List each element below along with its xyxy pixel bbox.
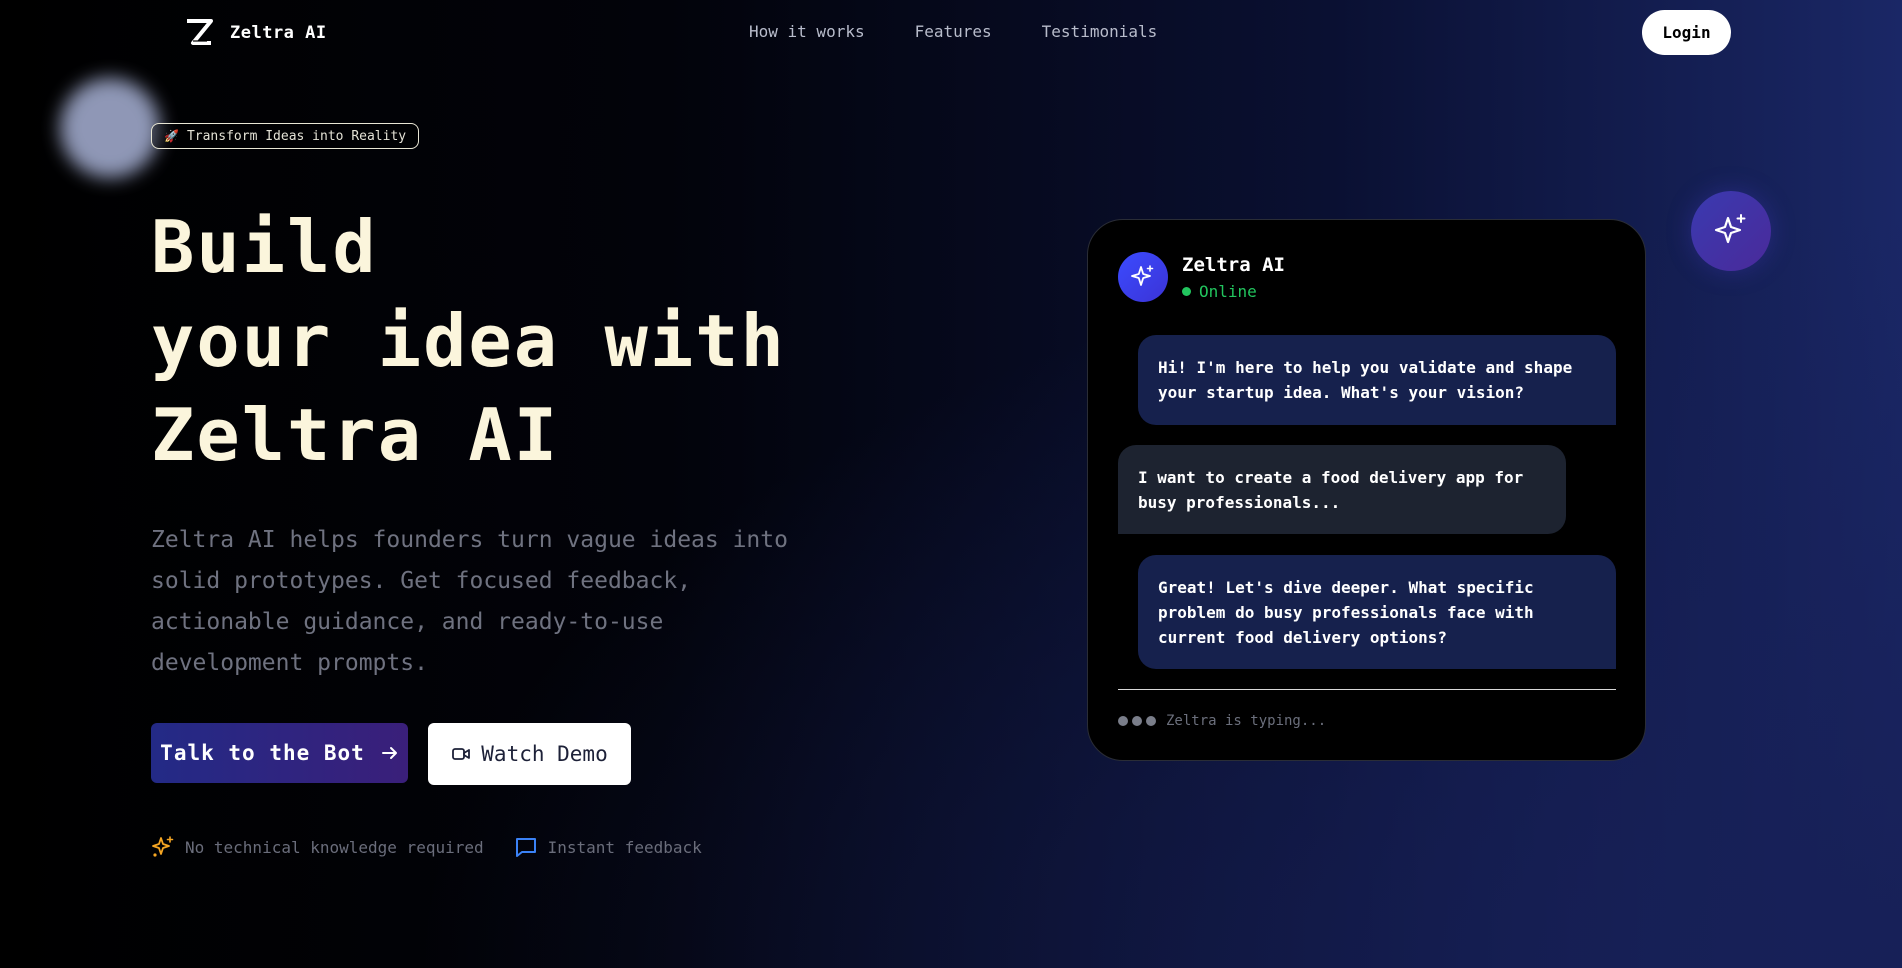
brand[interactable]: Zeltra AI bbox=[182, 16, 327, 50]
chat-preview-card: Zeltra AI Online Hi! I'm here to help yo… bbox=[1087, 219, 1646, 761]
watch-demo-label: Watch Demo bbox=[481, 742, 608, 766]
top-nav: Zeltra AI How it works Features Testimon… bbox=[0, 0, 1902, 64]
video-camera-icon bbox=[452, 748, 471, 760]
chat-header-info: Zeltra AI Online bbox=[1182, 252, 1285, 301]
typing-dot bbox=[1118, 716, 1128, 726]
typing-indicator: Zeltra is typing... bbox=[1118, 713, 1326, 729]
feature-label: Instant feedback bbox=[547, 837, 702, 857]
hero-description: Zeltra AI helps founders turn vague idea… bbox=[151, 527, 788, 676]
rocket-icon: 🚀 bbox=[164, 129, 179, 143]
chat-message-bot: Hi! I'm here to help you validate and sh… bbox=[1138, 335, 1616, 425]
chat-divider bbox=[1118, 689, 1616, 690]
message-square-icon bbox=[515, 838, 536, 857]
hero-title-line: Build bbox=[151, 205, 378, 289]
nav-link-testimonials[interactable]: Testimonials bbox=[1042, 22, 1158, 41]
typing-text: Zeltra is typing... bbox=[1166, 713, 1327, 729]
feature-label: No technical knowledge required bbox=[185, 837, 484, 857]
watch-demo-button[interactable]: Watch Demo bbox=[428, 723, 631, 785]
decorative-blob bbox=[60, 78, 160, 178]
hero-badge-text: Transform Ideas into Reality bbox=[186, 128, 407, 144]
sparkles-icon bbox=[152, 836, 174, 857]
zeltra-logo-icon bbox=[187, 19, 213, 45]
chat-bot-name: Zeltra AI bbox=[1182, 254, 1285, 276]
arrow-right-icon bbox=[381, 747, 397, 759]
hero-features: No technical knowledge required Instant … bbox=[151, 835, 702, 859]
nav-links: How it works Features Testimonials bbox=[749, 22, 1157, 41]
talk-to-bot-button[interactable]: Talk to the Bot bbox=[151, 723, 408, 783]
feature-item: No technical knowledge required bbox=[151, 835, 484, 859]
chat-status: Online bbox=[1182, 282, 1285, 301]
chat-header: Zeltra AI Online bbox=[1118, 252, 1285, 302]
hero-title-line: Zeltra AI bbox=[151, 393, 560, 477]
hero-badge: 🚀 Transform Ideas into Reality bbox=[151, 123, 420, 149]
sparkle-icon bbox=[1131, 265, 1154, 286]
bot-avatar bbox=[1118, 252, 1168, 302]
typing-dot bbox=[1132, 716, 1142, 726]
login-button[interactable]: Login bbox=[1642, 10, 1731, 55]
chat-message-bot: Great! Let's dive deeper. What specific … bbox=[1138, 555, 1616, 669]
chat-status-text: Online bbox=[1199, 282, 1257, 301]
brand-name: Zeltra AI bbox=[230, 23, 327, 43]
online-status-dot bbox=[1182, 287, 1191, 296]
feature-item: Instant feedback bbox=[514, 835, 702, 859]
nav-link-features[interactable]: Features bbox=[915, 22, 992, 41]
chat-message-user: I want to create a food delivery app for… bbox=[1118, 445, 1566, 534]
nav-link-how-it-works[interactable]: How it works bbox=[749, 22, 865, 41]
sparkle-icon bbox=[1714, 214, 1746, 244]
hero-title: Build your idea with Zeltra AI bbox=[151, 200, 786, 482]
hero-title-line: your idea with bbox=[151, 299, 786, 383]
floating-ai-button[interactable] bbox=[1691, 191, 1771, 271]
typing-dot bbox=[1146, 716, 1156, 726]
talk-to-bot-label: Talk to the Bot bbox=[160, 741, 365, 765]
